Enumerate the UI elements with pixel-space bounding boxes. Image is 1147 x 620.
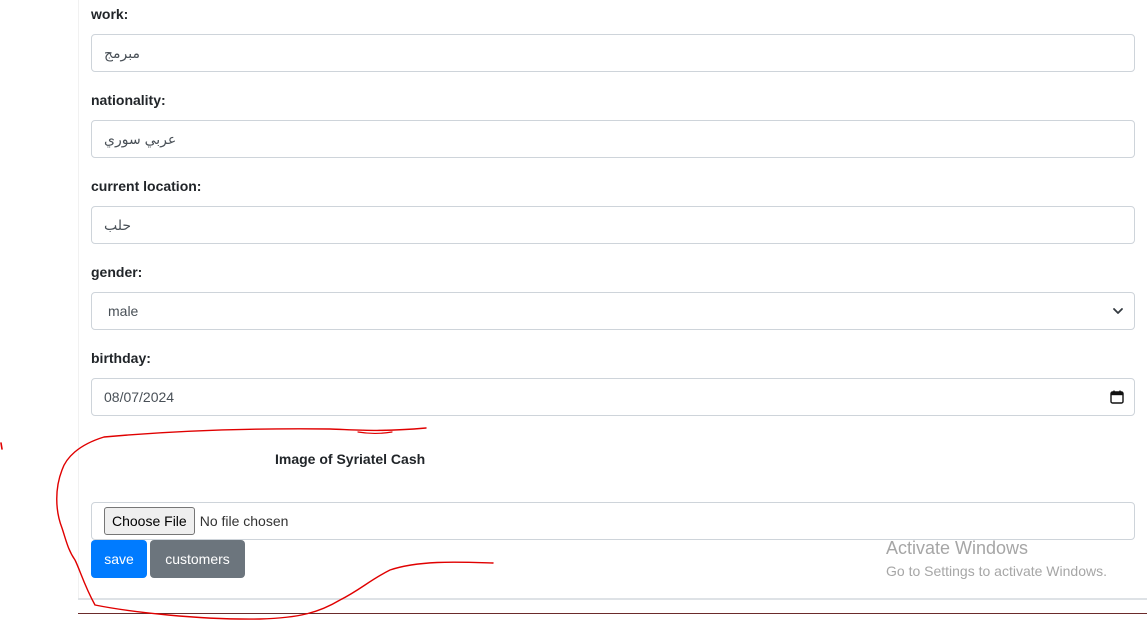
- birthday-field[interactable]: 08/07/2024: [91, 378, 1135, 416]
- nationality-label: nationality:: [91, 92, 166, 108]
- activate-windows-watermark: Activate Windows Go to Settings to activ…: [886, 537, 1107, 580]
- current-location-value: حلب: [104, 216, 132, 233]
- gender-select[interactable]: male: [91, 292, 1135, 330]
- content-edge: [78, 0, 79, 600]
- save-button[interactable]: save: [91, 540, 147, 578]
- watermark-subtitle: Go to Settings to activate Windows.: [886, 563, 1107, 579]
- birthday-label: birthday:: [91, 350, 151, 366]
- nationality-value: عربي سوري: [104, 130, 177, 147]
- calendar-icon[interactable]: [1110, 390, 1124, 404]
- watermark-title: Activate Windows: [886, 538, 1029, 558]
- chevron-down-icon: [1113, 308, 1123, 314]
- image-section-title: Image of Syriatel Cash: [275, 451, 426, 467]
- nationality-field[interactable]: عربي سوري: [91, 120, 1135, 158]
- current-location-field[interactable]: حلب: [91, 206, 1135, 244]
- work-field[interactable]: مبرمج: [91, 34, 1135, 72]
- page: work: مبرمج nationality: عربي سوري curre…: [0, 0, 1147, 620]
- file-status: No file chosen: [199, 513, 289, 529]
- birthday-value: 08/07/2024: [104, 389, 175, 405]
- work-label: work:: [91, 6, 129, 22]
- file-input[interactable]: Choose File No file chosen: [91, 502, 1135, 540]
- footer-divider: [78, 598, 1147, 600]
- current-location-label: current location:: [91, 178, 202, 194]
- customers-button[interactable]: customers: [150, 540, 245, 578]
- choose-file-button[interactable]: Choose File: [104, 507, 195, 535]
- left-margin: [0, 0, 78, 620]
- gender-label: gender:: [91, 264, 143, 280]
- gender-selected-value: male: [108, 303, 139, 319]
- footer-line: [78, 613, 1147, 614]
- work-value: مبرمج: [104, 44, 140, 61]
